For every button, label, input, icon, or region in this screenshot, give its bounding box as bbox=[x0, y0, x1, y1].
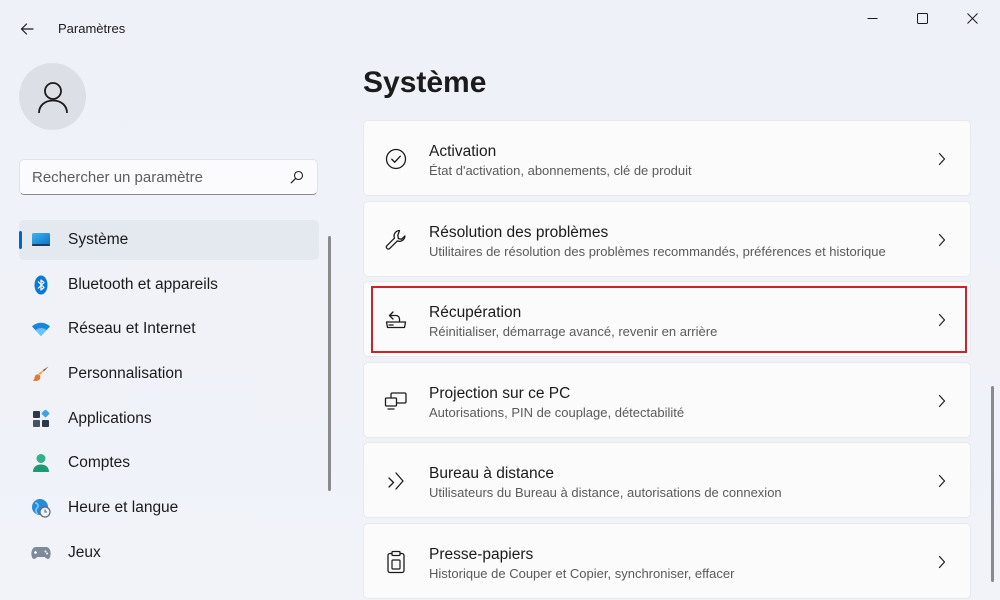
monitor-icon bbox=[31, 230, 51, 250]
title-bar: Paramètres bbox=[0, 0, 1000, 56]
chevron-right-icon bbox=[934, 230, 950, 250]
sidebar-nav: Système Bluetooth et appareils Réseau et… bbox=[19, 220, 319, 578]
card-subtitle: Historique de Couper et Copier, synchron… bbox=[429, 565, 735, 581]
sidebar-item-label: Système bbox=[68, 231, 129, 248]
card-resolution-problemes[interactable]: Résolution des problèmes Utilitaires de … bbox=[363, 200, 971, 277]
recovery-icon bbox=[384, 308, 408, 332]
sidebar-item-comptes[interactable]: Comptes bbox=[19, 443, 319, 483]
card-title: Projection sur ce PC bbox=[429, 384, 571, 402]
card-presse-papiers[interactable]: Presse-papiers Historique de Couper et C… bbox=[363, 522, 971, 599]
user-avatar[interactable] bbox=[19, 63, 86, 130]
chevron-right-icon bbox=[934, 310, 950, 330]
main-scrollbar[interactable] bbox=[991, 386, 994, 582]
app-title: Paramètres bbox=[58, 21, 126, 36]
sidebar-item-label: Bluetooth et appareils bbox=[68, 275, 218, 293]
wifi-icon bbox=[31, 319, 51, 339]
sidebar-item-systeme[interactable]: Système bbox=[19, 220, 319, 260]
card-subtitle: Réinitialiser, démarrage avancé, revenir… bbox=[429, 324, 718, 339]
settings-window: Paramètres Rechercher un paramètre Systè… bbox=[0, 0, 1000, 600]
card-recuperation[interactable]: Récupération Réinitialiser, démarrage av… bbox=[363, 281, 971, 357]
chevron-right-icon bbox=[934, 471, 950, 491]
close-button[interactable] bbox=[947, 0, 997, 36]
card-bureau-distance[interactable]: Bureau à distance Utilisateurs du Bureau… bbox=[363, 442, 971, 518]
sidebar-item-label: Comptes bbox=[68, 454, 131, 472]
sidebar-item-applications[interactable]: Applications bbox=[19, 399, 319, 439]
close-icon bbox=[966, 12, 978, 24]
card-subtitle: Autorisations, PIN de couplage, détectab… bbox=[429, 404, 685, 420]
search-input[interactable] bbox=[32, 168, 289, 186]
sidebar-item-label: Réseau et Internet bbox=[68, 320, 196, 338]
sidebar-item-bluetooth[interactable]: Bluetooth et appareils bbox=[19, 265, 319, 305]
maximize-button[interactable] bbox=[897, 0, 947, 36]
sidebar-item-heure-langue[interactable]: Heure et langue bbox=[19, 488, 319, 528]
apps-icon bbox=[31, 409, 51, 429]
settings-card-list: Activation État d'activation, abonnement… bbox=[363, 120, 971, 600]
sidebar-item-label: Personnalisation bbox=[68, 365, 183, 383]
gamepad-icon bbox=[31, 543, 51, 563]
sidebar-item-label: Jeux bbox=[68, 543, 101, 561]
check-circle-icon bbox=[384, 147, 408, 171]
minimize-button[interactable] bbox=[847, 0, 897, 36]
card-activation[interactable]: Activation État d'activation, abonnement… bbox=[363, 120, 971, 196]
bluetooth-icon bbox=[31, 275, 51, 295]
brush-icon bbox=[31, 364, 51, 384]
card-subtitle: Utilisateurs du Bureau à distance, autor… bbox=[429, 485, 782, 500]
settings-search-box[interactable] bbox=[19, 159, 318, 195]
remote-desktop-icon bbox=[384, 469, 408, 493]
chevron-right-icon bbox=[934, 552, 950, 572]
projection-icon bbox=[384, 389, 408, 413]
sidebar-item-reseau[interactable]: Réseau et Internet bbox=[19, 309, 319, 349]
sidebar-item-label: Heure et langue bbox=[68, 499, 179, 517]
chevron-right-icon bbox=[934, 149, 950, 169]
card-title: Récupération bbox=[429, 304, 522, 321]
card-subtitle: Utilitaires de résolution des problèmes … bbox=[429, 243, 886, 259]
card-title: Bureau à distance bbox=[429, 465, 554, 482]
globe-clock-icon bbox=[31, 498, 51, 518]
sidebar-scrollbar[interactable] bbox=[328, 236, 331, 491]
back-arrow-icon bbox=[20, 23, 34, 35]
minimize-icon bbox=[867, 17, 877, 19]
maximize-icon bbox=[916, 12, 928, 24]
card-subtitle: État d'activation, abonnements, clé de p… bbox=[429, 163, 692, 178]
wrench-icon bbox=[384, 228, 408, 252]
back-button[interactable] bbox=[12, 14, 42, 44]
chevron-right-icon bbox=[934, 391, 950, 411]
card-projection[interactable]: Projection sur ce PC Autorisations, PIN … bbox=[363, 361, 971, 438]
sidebar-item-label: Applications bbox=[68, 409, 152, 427]
card-title: Presse-papiers bbox=[429, 545, 534, 563]
card-title: Résolution des problèmes bbox=[429, 223, 609, 241]
search-icon[interactable] bbox=[289, 169, 305, 185]
sidebar-item-jeux[interactable]: Jeux bbox=[19, 533, 319, 573]
user-icon bbox=[37, 81, 68, 113]
clipboard-icon bbox=[384, 550, 408, 574]
page-title: Système bbox=[363, 66, 487, 99]
card-title: Activation bbox=[429, 143, 497, 160]
sidebar-item-personnalisation[interactable]: Personnalisation bbox=[19, 354, 319, 394]
account-icon bbox=[31, 453, 51, 473]
